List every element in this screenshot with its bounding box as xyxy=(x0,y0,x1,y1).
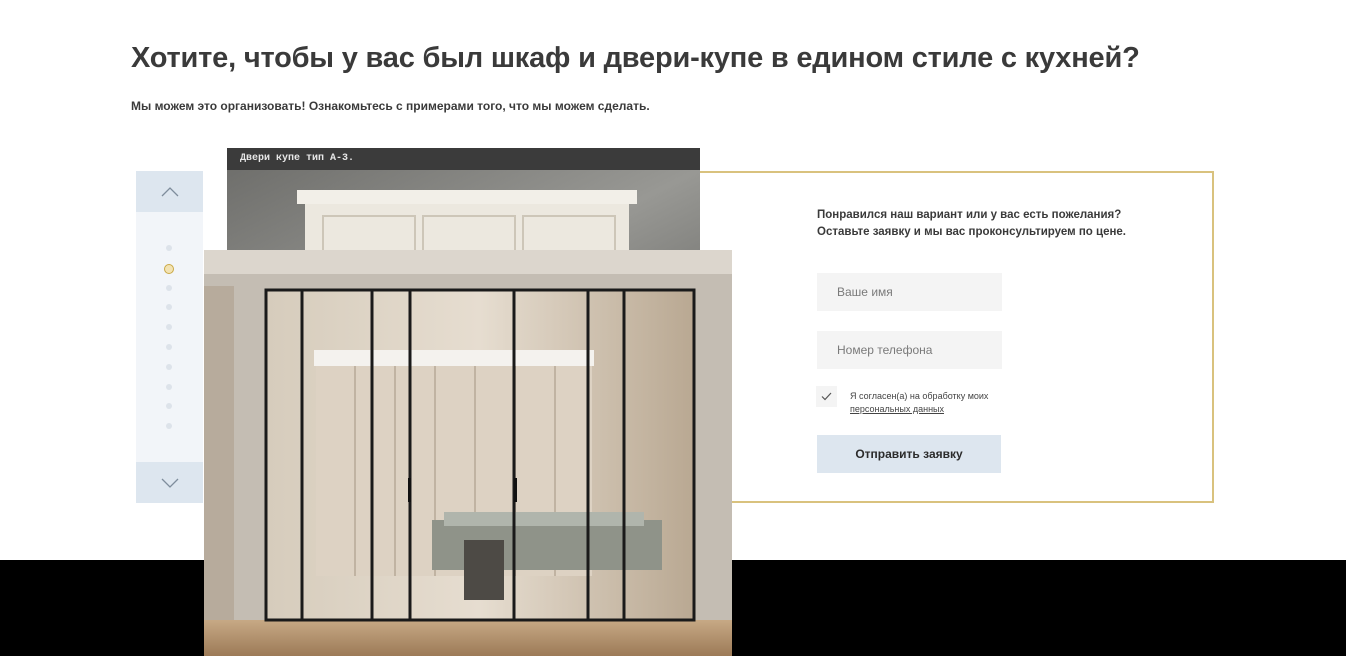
phone-input[interactable] xyxy=(817,331,1002,369)
slider-dot[interactable] xyxy=(166,344,172,350)
slide-caption: Двери купе тип А-3. xyxy=(227,148,700,170)
page-subtitle: Мы можем это организовать! Ознакомьтесь … xyxy=(131,99,650,113)
submit-button[interactable]: Отправить заявку xyxy=(817,435,1001,473)
checkmark-icon xyxy=(821,392,832,401)
slider-prev-button[interactable] xyxy=(136,171,203,212)
page-title: Хотите, чтобы у вас был шкаф и двери-куп… xyxy=(131,42,1140,74)
name-input[interactable] xyxy=(817,273,1002,311)
slider-dot[interactable] xyxy=(166,363,172,370)
consent-text: Я согласен(а) на обработку моих xyxy=(850,391,989,401)
consent-checkbox[interactable] xyxy=(816,386,837,407)
slider-dot[interactable] xyxy=(166,284,172,291)
form-intro-line2: Оставьте заявку и мы вас проконсультируе… xyxy=(817,226,1127,238)
form-intro: Понравился наш вариант или у вас есть по… xyxy=(817,207,1126,241)
slider-dot[interactable] xyxy=(164,263,174,274)
sliding-doors-illustration xyxy=(204,250,732,656)
slide-image-sliding-doors xyxy=(204,250,732,656)
consent-label: Я согласен(а) на обработку моих персонал… xyxy=(850,390,988,416)
form-intro-line1: Понравился наш вариант или у вас есть по… xyxy=(817,209,1122,221)
slider-dot[interactable] xyxy=(166,245,172,251)
slider-dot[interactable] xyxy=(166,383,172,390)
privacy-link[interactable]: персональных данных xyxy=(850,404,944,414)
chevron-up-icon xyxy=(161,186,178,196)
slider-nav-track xyxy=(136,171,203,503)
chevron-down-icon xyxy=(161,478,178,488)
slider-next-button[interactable] xyxy=(136,462,203,503)
